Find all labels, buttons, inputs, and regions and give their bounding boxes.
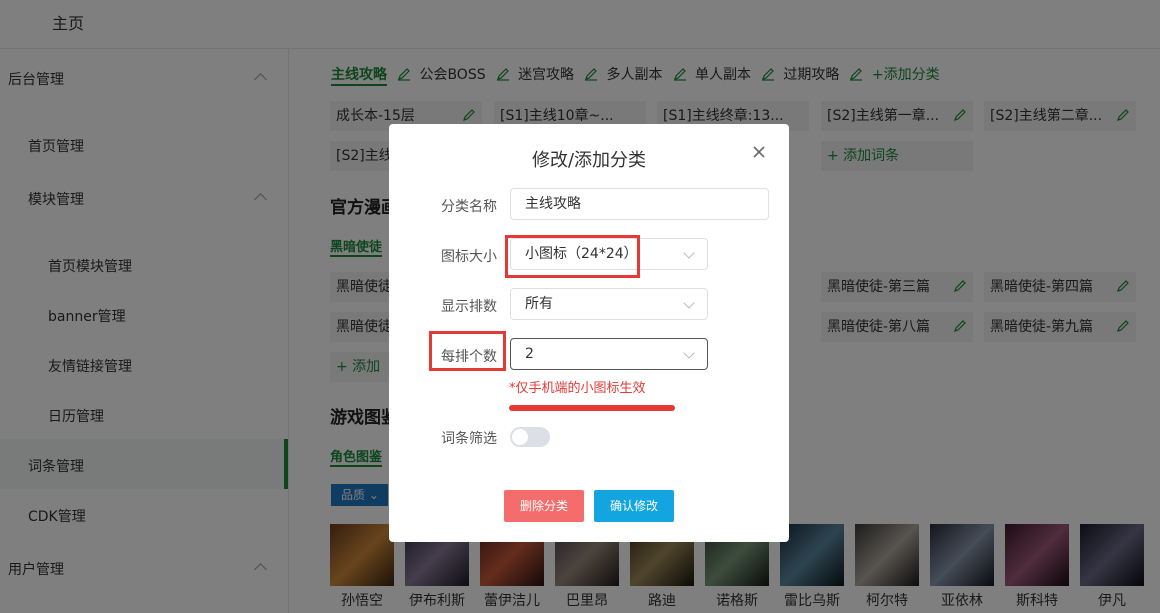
chevron-down-icon <box>683 347 695 359</box>
close-icon[interactable] <box>751 144 767 160</box>
highlight-box <box>505 235 640 278</box>
delete-category-button[interactable]: 删除分类 <box>504 490 584 522</box>
highlight-underline <box>509 405 675 411</box>
category-name-value: 主线攻略 <box>525 196 581 212</box>
entry-filter-label: 词条筛选 <box>441 431 497 447</box>
icon-size-label: 图标大小 <box>441 249 497 265</box>
chevron-down-icon <box>683 247 695 259</box>
per-row-select[interactable]: 2 <box>510 338 708 370</box>
rows-select[interactable]: 所有 <box>510 288 708 320</box>
entry-filter-toggle[interactable] <box>510 427 550 447</box>
edit-category-dialog: 修改/添加分类 分类名称 主线攻略 图标大小 小图标（24*24） 显示排数 所… <box>389 124 789 542</box>
confirm-button[interactable]: 确认修改 <box>594 490 674 522</box>
per-row-value: 2 <box>525 346 534 362</box>
category-name-label: 分类名称 <box>441 199 497 215</box>
chevron-down-icon <box>683 297 695 309</box>
category-name-input[interactable]: 主线攻略 <box>510 188 769 220</box>
rows-value: 所有 <box>525 296 553 312</box>
highlight-box <box>429 331 506 371</box>
rows-label: 显示排数 <box>441 299 497 315</box>
toggle-knob <box>512 429 528 445</box>
dialog-title: 修改/添加分类 <box>531 150 647 171</box>
hint-text: *仅手机端的小图标生效 <box>509 381 646 396</box>
